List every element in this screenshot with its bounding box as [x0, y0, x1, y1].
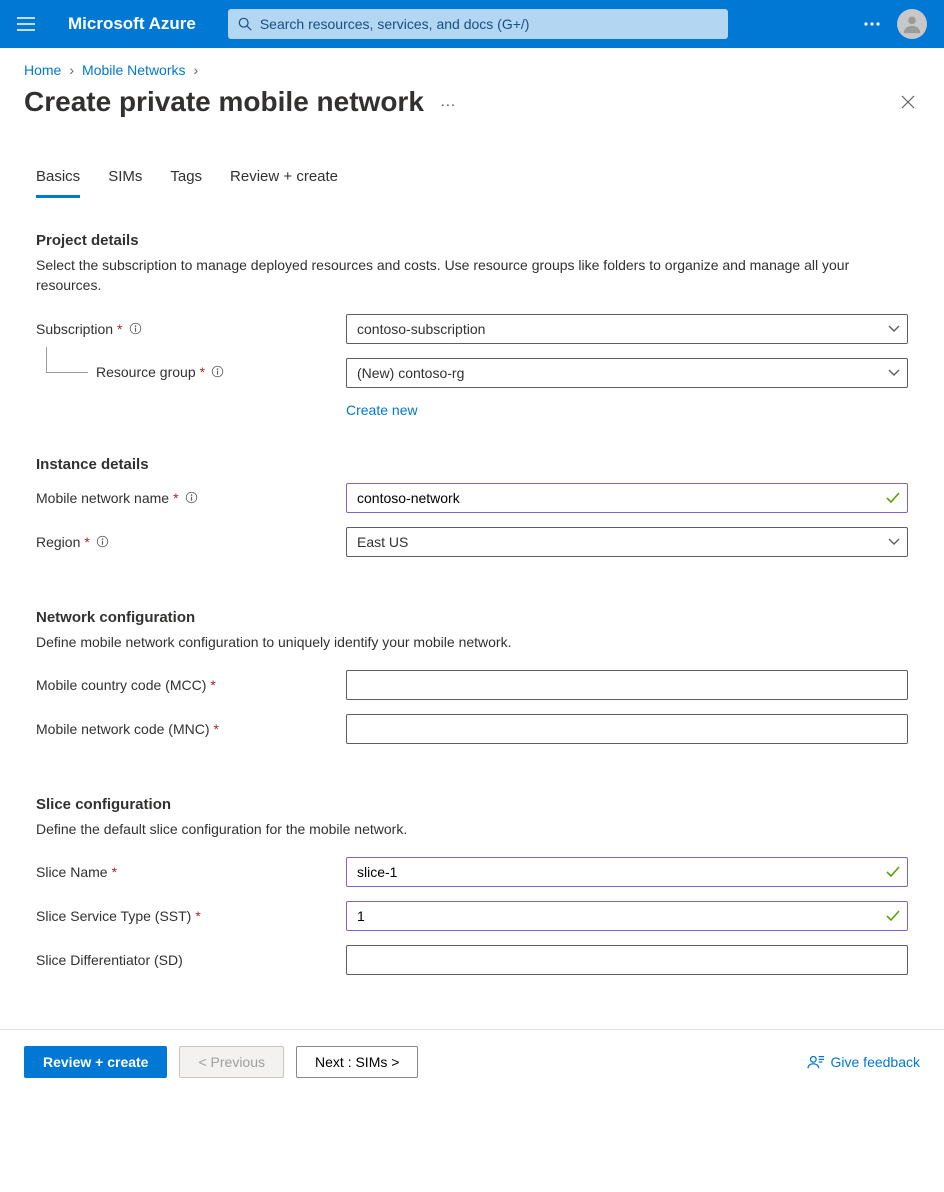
- field-mnc: Mobile network code (MNC) *: [36, 714, 908, 744]
- field-sd: Slice Differentiator (SD): [36, 945, 908, 975]
- slice-name-input[interactable]: [346, 857, 908, 887]
- account-avatar[interactable]: [892, 0, 932, 48]
- field-sst: Slice Service Type (SST) *: [36, 901, 908, 931]
- next-button[interactable]: Next : SIMs >: [296, 1046, 418, 1078]
- info-icon[interactable]: [129, 322, 142, 335]
- region-label: Region: [36, 534, 80, 550]
- section-instance-title: Instance details: [36, 456, 908, 473]
- footer: Review + create < Previous Next : SIMs >…: [0, 1029, 944, 1094]
- field-region: Region * East US: [36, 527, 908, 557]
- resource-group-select[interactable]: (New) contoso-rg: [346, 358, 908, 388]
- section-network-desc: Define mobile network configuration to u…: [36, 632, 856, 652]
- tabs: Basics SIMs Tags Review + create: [0, 138, 944, 198]
- topbar: Microsoft Azure: [0, 0, 944, 48]
- more-actions-icon[interactable]: …: [440, 93, 458, 111]
- feedback-label: Give feedback: [831, 1054, 921, 1070]
- info-icon[interactable]: [185, 491, 198, 504]
- required-asterisk: *: [214, 721, 219, 737]
- more-icon[interactable]: [852, 0, 892, 48]
- section-slice-title: Slice configuration: [36, 796, 908, 813]
- section-project-desc: Select the subscription to manage deploy…: [36, 255, 856, 296]
- title-row: Create private mobile network …: [0, 84, 944, 138]
- network-name-input[interactable]: [346, 483, 908, 513]
- subscription-select[interactable]: contoso-subscription: [346, 314, 908, 344]
- mcc-input[interactable]: [346, 670, 908, 700]
- tab-basics[interactable]: Basics: [36, 168, 80, 198]
- page-title: Create private mobile network: [24, 86, 424, 118]
- required-asterisk: *: [200, 364, 205, 380]
- previous-button: < Previous: [179, 1046, 284, 1078]
- subscription-value: contoso-subscription: [357, 321, 485, 337]
- chevron-right-icon: ›: [69, 62, 74, 78]
- avatar-icon: [897, 9, 927, 39]
- search-icon: [238, 17, 252, 31]
- section-slice-desc: Define the default slice configuration f…: [36, 819, 856, 839]
- mnc-label: Mobile network code (MNC): [36, 721, 210, 737]
- required-asterisk: *: [112, 864, 117, 880]
- sst-input[interactable]: [346, 901, 908, 931]
- feedback-icon: [807, 1054, 825, 1070]
- required-asterisk: *: [173, 490, 178, 506]
- hamburger-menu-icon[interactable]: [12, 0, 40, 48]
- brand-label[interactable]: Microsoft Azure: [68, 14, 196, 34]
- chevron-right-icon: ›: [194, 62, 199, 78]
- feedback-link[interactable]: Give feedback: [807, 1054, 921, 1070]
- section-network-title: Network configuration: [36, 609, 908, 626]
- network-name-label: Mobile network name: [36, 490, 169, 506]
- required-asterisk: *: [117, 321, 122, 337]
- sst-label: Slice Service Type (SST): [36, 908, 191, 924]
- create-new-link[interactable]: Create new: [346, 402, 418, 418]
- required-asterisk: *: [210, 677, 215, 693]
- info-icon[interactable]: [211, 365, 224, 378]
- info-icon[interactable]: [96, 535, 109, 548]
- resource-group-label: Resource group: [96, 364, 196, 380]
- region-value: East US: [357, 534, 408, 550]
- required-asterisk: *: [84, 534, 89, 550]
- sd-input[interactable]: [346, 945, 908, 975]
- section-project-title: Project details: [36, 232, 908, 249]
- form-body: Project details Select the subscription …: [0, 198, 944, 1029]
- sd-label: Slice Differentiator (SD): [36, 952, 183, 968]
- field-subscription: Subscription * contoso-subscription: [36, 314, 908, 344]
- review-create-button[interactable]: Review + create: [24, 1046, 167, 1078]
- required-asterisk: *: [195, 908, 200, 924]
- search-box[interactable]: [228, 9, 728, 39]
- slice-name-label: Slice Name: [36, 864, 108, 880]
- region-select[interactable]: East US: [346, 527, 908, 557]
- field-network-name: Mobile network name *: [36, 483, 908, 513]
- tab-review[interactable]: Review + create: [230, 168, 338, 198]
- search-input[interactable]: [258, 15, 718, 33]
- tab-sims[interactable]: SIMs: [108, 168, 142, 198]
- breadcrumb-home[interactable]: Home: [24, 62, 61, 78]
- close-icon[interactable]: [896, 90, 920, 114]
- subscription-label: Subscription: [36, 321, 113, 337]
- field-mcc: Mobile country code (MCC) *: [36, 670, 908, 700]
- resource-group-value: (New) contoso-rg: [357, 365, 464, 381]
- field-resource-group: Resource group * (New) contoso-rg: [36, 358, 908, 388]
- mnc-input[interactable]: [346, 714, 908, 744]
- breadcrumb-mobile-networks[interactable]: Mobile Networks: [82, 62, 185, 78]
- tab-tags[interactable]: Tags: [170, 168, 202, 198]
- breadcrumb: Home › Mobile Networks ›: [0, 48, 944, 84]
- mcc-label: Mobile country code (MCC): [36, 677, 206, 693]
- field-slice-name: Slice Name *: [36, 857, 908, 887]
- tree-connector-icon: [46, 347, 88, 373]
